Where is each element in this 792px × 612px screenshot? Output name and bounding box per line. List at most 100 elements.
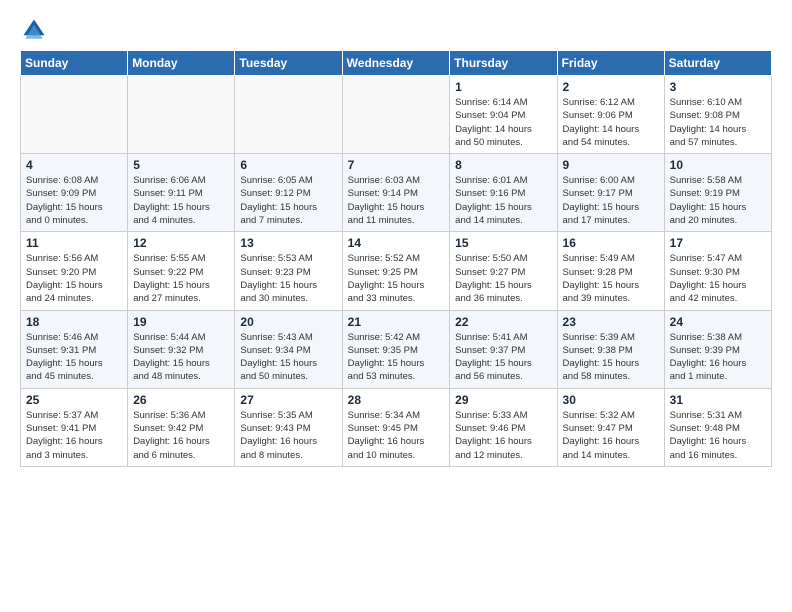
day-number: 23 (563, 315, 659, 329)
calendar-cell: 24Sunrise: 5:38 AM Sunset: 9:39 PM Dayli… (664, 310, 771, 388)
day-info: Sunrise: 5:49 AM Sunset: 9:28 PM Dayligh… (563, 252, 659, 305)
day-info: Sunrise: 5:52 AM Sunset: 9:25 PM Dayligh… (348, 252, 445, 305)
calendar-cell: 25 Sunrise: 5:37 AM Sunset: 9:41 PM Dayli… (21, 388, 128, 466)
day-info: Sunrise: 5:42 AM Sunset: 9:35 PM Dayligh… (348, 331, 445, 384)
weekday-friday: Friday (557, 51, 664, 76)
calendar-cell: 26Sunrise: 5:36 AM Sunset: 9:42 PM Dayli… (128, 388, 235, 466)
calendar-cell: 18 Sunrise: 5:46 AM Sunset: 9:31 PM Dayli… (21, 310, 128, 388)
calendar-cell: 3 Sunrise: 6:10 AM Sunset: 9:08 PM Daylig… (664, 76, 771, 154)
calendar-cell: 17 Sunrise: 5:47 AM Sunset: 9:30 PM Dayli… (664, 232, 771, 310)
calendar-cell (342, 76, 450, 154)
day-number: 1 (455, 80, 551, 94)
calendar-cell: 1 Sunrise: 6:14 AM Sunset: 9:04 PM Daylig… (450, 76, 557, 154)
day-info: Sunrise: 5:53 AM Sunset: 9:23 PM Dayligh… (240, 252, 336, 305)
calendar-cell: 23 Sunrise: 5:39 AM Sunset: 9:38 PM Dayli… (557, 310, 664, 388)
calendar-cell: 8 Sunrise: 6:01 AM Sunset: 9:16 PM Daylig… (450, 154, 557, 232)
day-number: 19 (133, 315, 229, 329)
day-info: Sunrise: 5:58 AM Sunset: 9:19 PM Dayligh… (670, 174, 766, 227)
day-number: 18 (26, 315, 122, 329)
day-info: Sunrise: 5:43 AM Sunset: 9:34 PM Dayligh… (240, 331, 336, 384)
calendar-table: SundayMondayTuesdayWednesdayThursdayFrid… (20, 50, 772, 467)
calendar-cell: 27Sunrise: 5:35 AM Sunset: 9:43 PM Dayli… (235, 388, 342, 466)
day-info: Sunrise: 5:47 AM Sunset: 9:30 PM Dayligh… (670, 252, 766, 305)
week-row-2: 4Sunrise: 6:08 AM Sunset: 9:09 PM Daylig… (21, 154, 772, 232)
day-number: 13 (240, 236, 336, 250)
day-number: 2 (563, 80, 659, 94)
logo (20, 16, 52, 44)
day-number: 20 (240, 315, 336, 329)
calendar-cell: 9 Sunrise: 6:00 AM Sunset: 9:17 PM Daylig… (557, 154, 664, 232)
day-number: 9 (563, 158, 659, 172)
day-info: Sunrise: 5:36 AM Sunset: 9:42 PM Dayligh… (133, 409, 229, 462)
calendar-cell: 14 Sunrise: 5:52 AM Sunset: 9:25 PM Dayli… (342, 232, 450, 310)
day-info: Sunrise: 6:00 AM Sunset: 9:17 PM Dayligh… (563, 174, 659, 227)
week-row-3: 11Sunrise: 5:56 AM Sunset: 9:20 PM Dayli… (21, 232, 772, 310)
calendar-cell: 11Sunrise: 5:56 AM Sunset: 9:20 PM Dayli… (21, 232, 128, 310)
day-number: 21 (348, 315, 445, 329)
calendar-cell: 12Sunrise: 5:55 AM Sunset: 9:22 PM Dayli… (128, 232, 235, 310)
calendar-cell: 20 Sunrise: 5:43 AM Sunset: 9:34 PM Dayli… (235, 310, 342, 388)
day-number: 7 (348, 158, 445, 172)
calendar-cell: 30 Sunrise: 5:32 AM Sunset: 9:47 PM Dayli… (557, 388, 664, 466)
day-info: Sunrise: 5:34 AM Sunset: 9:45 PM Dayligh… (348, 409, 445, 462)
calendar-cell (235, 76, 342, 154)
calendar-cell (128, 76, 235, 154)
day-info: Sunrise: 5:31 AM Sunset: 9:48 PM Dayligh… (670, 409, 766, 462)
day-info: Sunrise: 6:10 AM Sunset: 9:08 PM Dayligh… (670, 96, 766, 149)
calendar-cell: 16 Sunrise: 5:49 AM Sunset: 9:28 PM Dayli… (557, 232, 664, 310)
weekday-tuesday: Tuesday (235, 51, 342, 76)
week-row-1: 1 Sunrise: 6:14 AM Sunset: 9:04 PM Daylig… (21, 76, 772, 154)
calendar-cell: 5 Sunrise: 6:06 AM Sunset: 9:11 PM Daylig… (128, 154, 235, 232)
day-number: 31 (670, 393, 766, 407)
day-number: 8 (455, 158, 551, 172)
weekday-saturday: Saturday (664, 51, 771, 76)
day-info: Sunrise: 6:05 AM Sunset: 9:12 PM Dayligh… (240, 174, 336, 227)
day-number: 29 (455, 393, 551, 407)
calendar-cell: 21 Sunrise: 5:42 AM Sunset: 9:35 PM Dayli… (342, 310, 450, 388)
day-number: 22 (455, 315, 551, 329)
day-info: Sunrise: 6:03 AM Sunset: 9:14 PM Dayligh… (348, 174, 445, 227)
day-info: Sunrise: 5:56 AM Sunset: 9:20 PM Dayligh… (26, 252, 122, 305)
day-number: 3 (670, 80, 766, 94)
day-info: Sunrise: 5:32 AM Sunset: 9:47 PM Dayligh… (563, 409, 659, 462)
day-number: 15 (455, 236, 551, 250)
day-info: Sunrise: 5:38 AM Sunset: 9:39 PM Dayligh… (670, 331, 766, 384)
calendar-cell: 28 Sunrise: 5:34 AM Sunset: 9:45 PM Dayli… (342, 388, 450, 466)
day-info: Sunrise: 5:39 AM Sunset: 9:38 PM Dayligh… (563, 331, 659, 384)
day-info: Sunrise: 5:35 AM Sunset: 9:43 PM Dayligh… (240, 409, 336, 462)
weekday-monday: Monday (128, 51, 235, 76)
day-info: Sunrise: 5:50 AM Sunset: 9:27 PM Dayligh… (455, 252, 551, 305)
day-number: 28 (348, 393, 445, 407)
day-info: Sunrise: 5:37 AM Sunset: 9:41 PM Dayligh… (26, 409, 122, 462)
logo-icon (20, 16, 48, 44)
day-info: Sunrise: 5:44 AM Sunset: 9:32 PM Dayligh… (133, 331, 229, 384)
header (20, 16, 772, 44)
day-number: 10 (670, 158, 766, 172)
day-number: 25 (26, 393, 122, 407)
calendar-cell: 10 Sunrise: 5:58 AM Sunset: 9:19 PM Dayli… (664, 154, 771, 232)
week-row-4: 18 Sunrise: 5:46 AM Sunset: 9:31 PM Dayli… (21, 310, 772, 388)
weekday-thursday: Thursday (450, 51, 557, 76)
day-number: 16 (563, 236, 659, 250)
calendar-cell: 13 Sunrise: 5:53 AM Sunset: 9:23 PM Dayli… (235, 232, 342, 310)
day-info: Sunrise: 6:14 AM Sunset: 9:04 PM Dayligh… (455, 96, 551, 149)
calendar-cell: 29Sunrise: 5:33 AM Sunset: 9:46 PM Dayli… (450, 388, 557, 466)
day-number: 30 (563, 393, 659, 407)
week-row-5: 25 Sunrise: 5:37 AM Sunset: 9:41 PM Dayli… (21, 388, 772, 466)
day-info: Sunrise: 6:06 AM Sunset: 9:11 PM Dayligh… (133, 174, 229, 227)
calendar-cell: 2Sunrise: 6:12 AM Sunset: 9:06 PM Daylig… (557, 76, 664, 154)
day-info: Sunrise: 6:01 AM Sunset: 9:16 PM Dayligh… (455, 174, 551, 227)
day-info: Sunrise: 5:41 AM Sunset: 9:37 PM Dayligh… (455, 331, 551, 384)
calendar-cell: 7 Sunrise: 6:03 AM Sunset: 9:14 PM Daylig… (342, 154, 450, 232)
page: SundayMondayTuesdayWednesdayThursdayFrid… (0, 0, 792, 477)
weekday-header-row: SundayMondayTuesdayWednesdayThursdayFrid… (21, 51, 772, 76)
day-number: 5 (133, 158, 229, 172)
day-number: 17 (670, 236, 766, 250)
calendar-cell (21, 76, 128, 154)
day-info: Sunrise: 5:46 AM Sunset: 9:31 PM Dayligh… (26, 331, 122, 384)
day-info: Sunrise: 6:08 AM Sunset: 9:09 PM Dayligh… (26, 174, 122, 227)
day-number: 14 (348, 236, 445, 250)
weekday-wednesday: Wednesday (342, 51, 450, 76)
calendar-cell: 31 Sunrise: 5:31 AM Sunset: 9:48 PM Dayli… (664, 388, 771, 466)
calendar-cell: 15 Sunrise: 5:50 AM Sunset: 9:27 PM Dayli… (450, 232, 557, 310)
